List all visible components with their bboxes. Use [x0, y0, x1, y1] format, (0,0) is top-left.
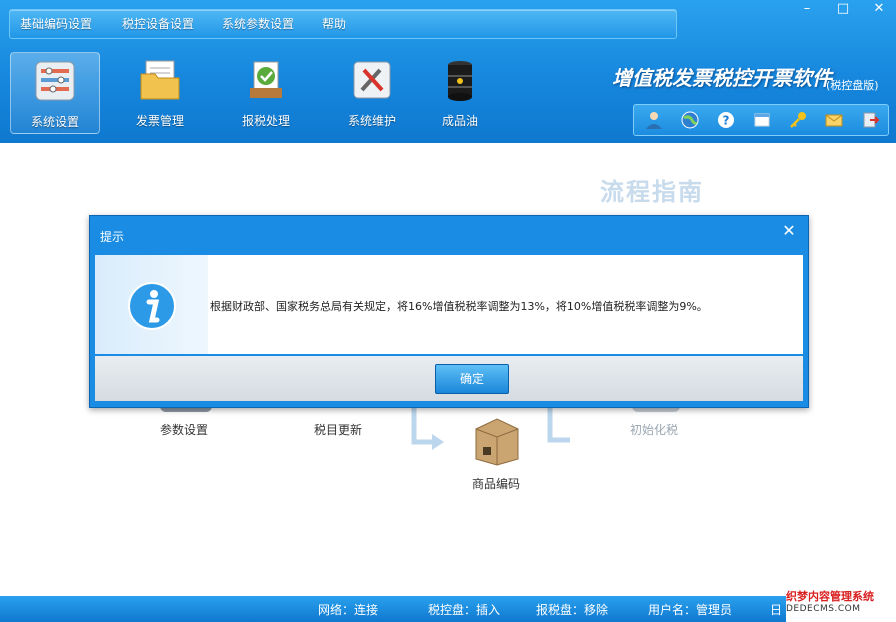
menu-bar: 基础编码设置 税控设备设置 系统参数设置 帮助 — [9, 9, 677, 39]
step-initialize[interactable]: 初始化税 — [630, 421, 678, 438]
status-tax-disk: 税控盘：插入 — [428, 603, 501, 617]
status-date: 日 — [770, 603, 783, 617]
watermark-line1: 织梦内容管理系统 — [786, 590, 874, 603]
menu-basic-code-settings[interactable]: 基础编码设置 — [20, 15, 92, 32]
settings-panel-icon — [35, 61, 75, 101]
status-network: 网络：连接 — [318, 603, 379, 617]
mail-icon[interactable] — [824, 110, 844, 130]
toolbar-label: 报税处理 — [241, 114, 290, 128]
watermark-line2: DEDECMS.COM — [786, 604, 861, 614]
minimize-button[interactable]: – — [796, 0, 818, 18]
menu-system-params[interactable]: 系统参数设置 — [222, 15, 294, 32]
toolbar-label: 系统设置 — [30, 115, 79, 129]
window-icon[interactable] — [752, 110, 772, 130]
maintenance-tools-icon — [353, 61, 391, 99]
toolbar-label: 系统维护 — [347, 114, 396, 128]
exit-icon[interactable] — [860, 110, 880, 130]
step-tax-item-update[interactable]: 税目更新 — [314, 421, 362, 438]
help-icon[interactable]: ? — [716, 110, 736, 130]
dialog-icon-pane — [95, 255, 208, 354]
app-title: 增值税发票税控开票软件 — [612, 66, 832, 90]
toolbar-system-maintenance[interactable]: 系统维护 — [328, 52, 416, 132]
dialog-body: 根据财政部、国家税务总局有关规定，将16%增值税税率调整为13%，将10%增值税… — [95, 255, 803, 354]
toolbar-label: 成品油 — [441, 114, 478, 128]
toolbar-tax-report[interactable]: 报税处理 — [222, 52, 310, 132]
globe-icon[interactable] — [680, 110, 700, 130]
watermark: 织梦内容管理系统 DEDECMS.COM — [786, 588, 896, 622]
menu-help[interactable]: 帮助 — [322, 15, 346, 32]
top-bar: 基础编码设置 税控设备设置 系统参数设置 帮助 – □ ✕ 系统设置 发票管理 — [0, 0, 896, 143]
user-icon[interactable] — [644, 110, 664, 130]
folder-documents-icon — [140, 60, 180, 100]
status-report-disk: 报税盘：移除 — [536, 603, 609, 617]
notice-dialog: 提示 ✕ 根据财政部、国家税务总局有关规定，将16%增值税税率调整为13%，将1… — [89, 215, 809, 408]
toolbar-refined-oil[interactable]: 成品油 — [416, 52, 504, 132]
oil-barrel-icon — [448, 61, 472, 101]
dialog-footer: 确定 — [95, 356, 803, 401]
app-edition: (税控盘版) — [826, 79, 879, 92]
tax-report-icon — [250, 61, 282, 98]
menu-tax-device-settings[interactable]: 税控设备设置 — [122, 15, 194, 32]
status-bar: 网络：连接 税控盘：插入 报税盘：移除 用户名：管理员 日 — [0, 596, 896, 622]
status-username: 用户名：管理员 — [648, 603, 733, 617]
close-window-button[interactable]: ✕ — [868, 0, 890, 18]
ok-button[interactable]: 确定 — [435, 364, 509, 394]
dialog-message: 根据财政部、国家税务总局有关规定，将16%增值税税率调整为13%，将10%增值税… — [210, 300, 708, 313]
toolbar-invoice-management[interactable]: 发票管理 — [116, 52, 204, 132]
maximize-button[interactable]: □ — [832, 0, 854, 18]
info-icon — [128, 282, 176, 330]
dialog-title: 提示 — [100, 230, 125, 244]
toolbar-label: 发票管理 — [135, 114, 184, 128]
guide-title: 流程指南 — [600, 178, 704, 206]
quick-access-bar: ? — [633, 104, 889, 136]
dialog-close-button[interactable]: ✕ — [780, 222, 798, 240]
product-box-icon[interactable] — [474, 417, 520, 467]
toolbar-system-settings[interactable]: 系统设置 — [10, 52, 100, 134]
key-icon[interactable] — [788, 110, 808, 130]
svg-text:?: ? — [723, 114, 730, 128]
step-parameter-settings[interactable]: 参数设置 — [160, 421, 208, 438]
step-product-code[interactable]: 商品编码 — [472, 475, 520, 492]
